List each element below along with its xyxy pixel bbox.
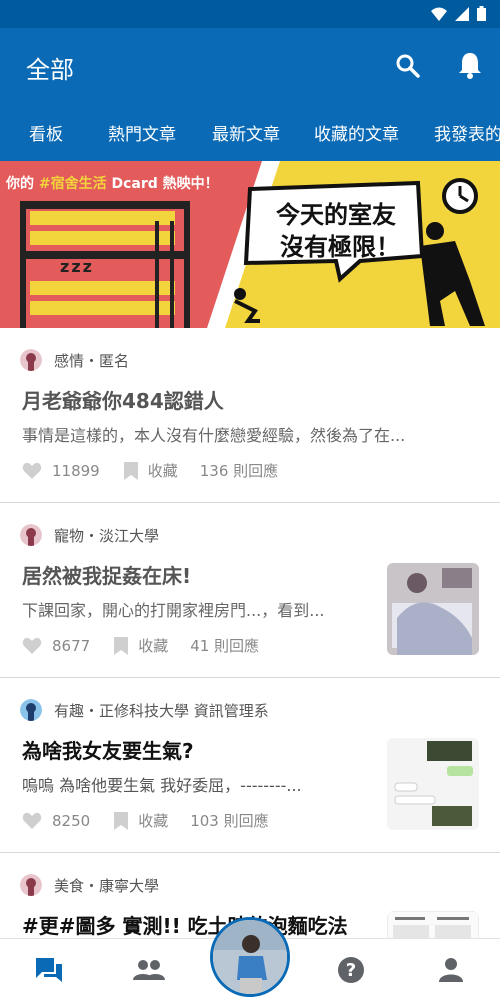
tab-latest[interactable]: 最新文章 [212, 120, 280, 145]
post-title: 居然被我捉姦在床! [22, 564, 192, 588]
tab-my-posts[interactable]: 我發表的 [434, 120, 500, 145]
post-board: 有趣・正修科技大學 資訊管理系 [54, 701, 269, 720]
bookmark-icon [114, 636, 129, 655]
tab-bar: 看板 熱門文章 最新文章 收藏的文章 我發表的 [0, 106, 500, 161]
post-board: 寵物・淡江大學 [54, 526, 160, 545]
save-label: 收藏 [147, 462, 178, 480]
battery-icon [477, 6, 486, 21]
banner-hashtag: #宿舍生活 [38, 176, 107, 192]
save-button[interactable]: 收藏 [114, 810, 168, 831]
status-bar [0, 0, 500, 28]
banner-bubble-line1: 今天的室友 [276, 201, 396, 229]
svg-text:?: ? [346, 960, 356, 981]
page-title: 全部 [26, 56, 74, 84]
help-icon[interactable]: ? [334, 953, 368, 987]
person-icon[interactable] [434, 953, 468, 987]
post-title: #更#圖多 實測!! 吃土時的泡麵吃法 [22, 914, 348, 938]
tab-popular[interactable]: 熱門文章 [108, 120, 176, 145]
reply-count: 136 則回應 [199, 462, 279, 480]
post-card[interactable]: 有趣・正修科技大學 資訊管理系 為啥我女友要生氣? 嗚嗚 為啥他要生氣 我好委屈… [0, 678, 500, 853]
post-thumbnail [387, 738, 479, 830]
post-thumbnail [387, 563, 479, 655]
heart-icon [22, 637, 42, 654]
avatar [20, 524, 42, 546]
like-count-value: 8250 [52, 811, 91, 830]
heart-icon [22, 462, 42, 479]
like-count[interactable]: 8677 [22, 637, 90, 655]
reply-count: 41 則回應 [190, 637, 260, 655]
save-label: 收藏 [138, 812, 169, 830]
profile-photo-button[interactable] [210, 917, 290, 997]
banner-bubble-line2: 沒有極限！ [280, 233, 400, 261]
banner-zzz: zzz [60, 257, 94, 276]
post-card[interactable]: 感情・匿名 月老爺爺你484認錯人 事情是這樣的，本人沒有什麼戀愛經驗，然後為了… [0, 328, 500, 503]
post-board: 美食・康寧大學 [54, 876, 160, 895]
post-excerpt: 事情是這樣的，本人沒有什麼戀愛經驗，然後為了在... [22, 426, 406, 445]
search-icon[interactable] [394, 52, 422, 80]
promo-banner[interactable]: 你的 #宿舍生活 Dcard 熱映中！ zzz 今天的室友 沒有極限！ [0, 161, 500, 328]
tab-boards[interactable]: 看板 [29, 120, 63, 145]
bookmark-icon [114, 811, 129, 830]
tab-saved[interactable]: 收藏的文章 [314, 120, 399, 145]
post-excerpt: 嗚嗚 為啥他要生氣 我好委屈，--------... [22, 776, 302, 795]
banner-tagline-prefix: 你的 [6, 176, 34, 192]
avatar [20, 349, 42, 371]
app-bar: 全部 [0, 28, 500, 106]
bottom-nav: ? [0, 917, 500, 1000]
post-card[interactable]: 寵物・淡江大學 居然被我捉姦在床! 下課回家，開心的打開家裡房門...，看到..… [0, 503, 500, 678]
wifi-icon [431, 7, 447, 21]
profile-photo [213, 920, 287, 994]
post-title: 月老爺爺你484認錯人 [22, 389, 224, 413]
reply-count: 103 則回應 [190, 812, 269, 830]
signal-icon [455, 6, 469, 21]
save-button[interactable]: 收藏 [123, 460, 178, 481]
people-icon[interactable] [132, 953, 166, 987]
avatar [20, 699, 42, 721]
like-count-value: 8677 [52, 636, 91, 655]
bell-icon[interactable] [456, 50, 484, 80]
bookmark-icon [123, 461, 138, 480]
like-count[interactable]: 8250 [22, 812, 90, 830]
like-count-value: 11899 [52, 461, 100, 480]
post-title: 為啥我女友要生氣? [22, 739, 194, 763]
banner-tagline-suffix: Dcard 熱映中！ [111, 176, 219, 192]
save-button[interactable]: 收藏 [114, 635, 168, 656]
post-excerpt: 下課回家，開心的打開家裡房門...，看到... [22, 601, 325, 620]
forum-icon[interactable] [32, 953, 66, 987]
post-board: 感情・匿名 [54, 351, 130, 370]
heart-icon [22, 812, 42, 829]
like-count[interactable]: 11899 [22, 462, 100, 480]
save-label: 收藏 [138, 637, 169, 655]
avatar [20, 874, 42, 896]
